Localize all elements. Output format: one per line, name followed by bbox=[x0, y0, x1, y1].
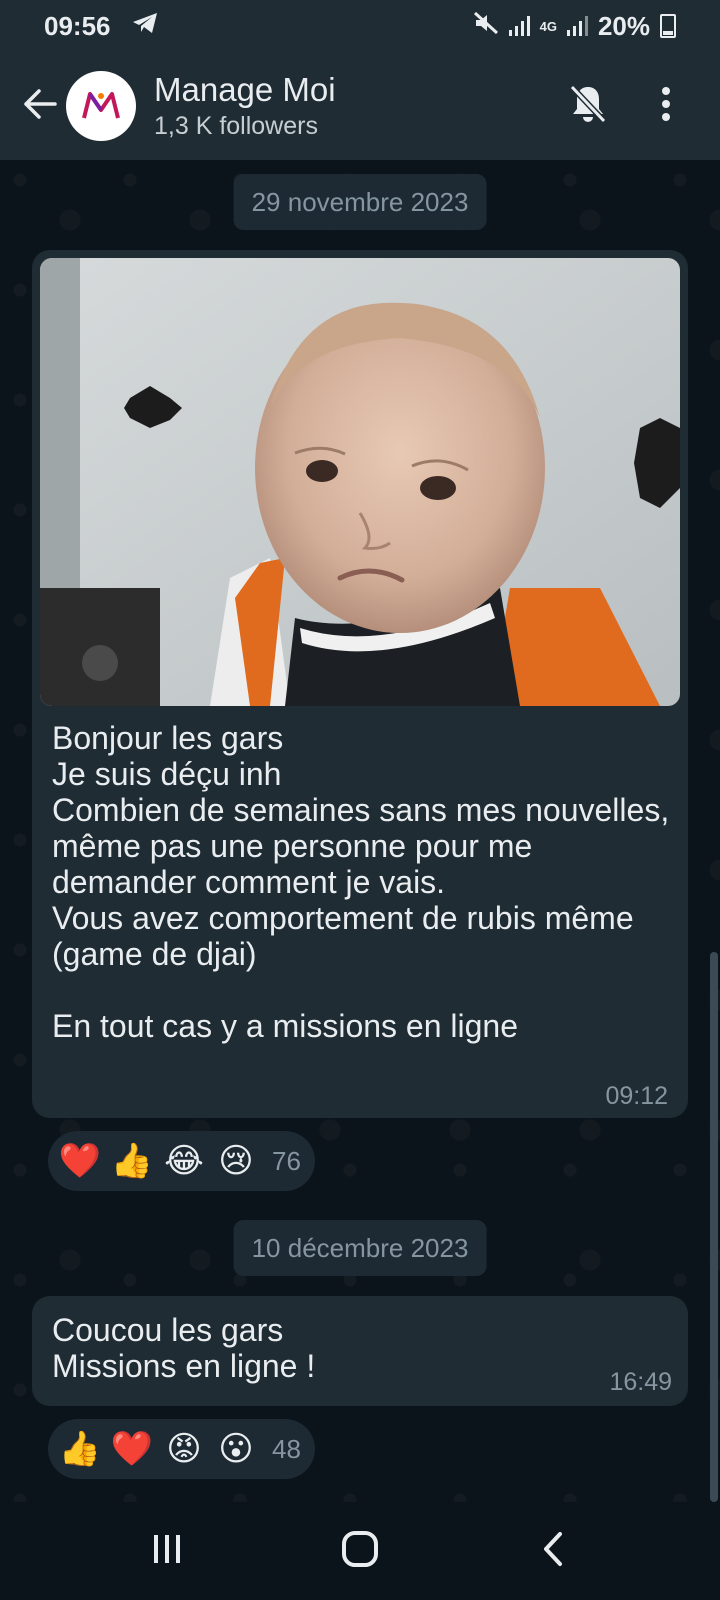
message-text: Coucou les gars Missions en ligne ! bbox=[52, 1312, 316, 1384]
scrollbar[interactable] bbox=[710, 952, 718, 1502]
reaction-thumbs-up[interactable]: 👍 bbox=[110, 1139, 154, 1183]
home-icon bbox=[341, 1530, 379, 1573]
bell-off-icon bbox=[568, 83, 608, 130]
network-type: 4G bbox=[539, 18, 557, 34]
follower-count: 1,3 K followers bbox=[154, 112, 318, 140]
more-vertical-icon bbox=[661, 86, 671, 127]
message-bubble[interactable]: Coucou les gars Missions en ligne ! 16:4… bbox=[32, 1296, 688, 1406]
date-separator: 10 décembre 2023 bbox=[233, 1220, 487, 1276]
reaction-count: 48 bbox=[272, 1433, 301, 1464]
reaction-angry[interactable]: 😡 bbox=[162, 1427, 206, 1471]
signal-icon bbox=[508, 16, 530, 36]
channel-avatar[interactable] bbox=[66, 71, 136, 141]
channel-title-block[interactable]: Manage Moi 1,3 K followers bbox=[154, 70, 336, 142]
recents-icon bbox=[150, 1532, 184, 1571]
telegram-icon bbox=[131, 11, 159, 42]
reactions-bar[interactable]: 👍 ❤️ 😡 😮 48 bbox=[48, 1419, 315, 1479]
signal-icon-2 bbox=[566, 16, 588, 36]
battery-icon bbox=[660, 14, 676, 38]
battery-level: 20% bbox=[597, 10, 650, 41]
home-button[interactable] bbox=[320, 1511, 400, 1591]
more-options-button[interactable] bbox=[646, 76, 686, 136]
channel-header: Manage Moi 1,3 K followers bbox=[0, 52, 720, 160]
channel-name: Manage Moi bbox=[154, 71, 336, 108]
reaction-surprised[interactable]: 😮 bbox=[214, 1427, 258, 1471]
message-text: Bonjour les gars Je suis déçu inh Combie… bbox=[52, 720, 670, 1044]
recent-apps-button[interactable] bbox=[127, 1511, 207, 1591]
reaction-laughing[interactable]: 😂 bbox=[162, 1139, 206, 1183]
message-time: 16:49 bbox=[609, 1368, 672, 1396]
mute-status-icon bbox=[473, 11, 499, 42]
status-time: 09:56 bbox=[44, 10, 111, 41]
back-button[interactable] bbox=[10, 76, 70, 136]
reaction-thumbs-up[interactable]: 👍 bbox=[58, 1427, 102, 1471]
system-back-button[interactable] bbox=[513, 1511, 593, 1591]
reaction-count: 76 bbox=[272, 1145, 301, 1176]
arrow-left-icon bbox=[22, 88, 58, 125]
channel-logo bbox=[82, 92, 120, 119]
message-time: 09:12 bbox=[605, 1082, 668, 1110]
reactions-bar[interactable]: ❤️ 👍 😂 😢 76 bbox=[48, 1131, 315, 1191]
system-nav-bar bbox=[0, 1502, 720, 1600]
message-bubble[interactable]: Bonjour les gars Je suis déçu inh Combie… bbox=[32, 250, 688, 1118]
baby-photo-illustration bbox=[40, 258, 680, 706]
chevron-left-icon bbox=[541, 1531, 565, 1572]
reaction-heart[interactable]: ❤️ bbox=[58, 1139, 102, 1183]
date-separator: 29 novembre 2023 bbox=[233, 174, 487, 230]
message-photo[interactable] bbox=[40, 258, 680, 706]
reaction-heart[interactable]: ❤️ bbox=[110, 1427, 154, 1471]
reaction-crying[interactable]: 😢 bbox=[214, 1139, 258, 1183]
chat-area[interactable]: 29 novembre 2023 Bonjour les gars Je sui… bbox=[0, 160, 720, 1502]
mute-button[interactable] bbox=[558, 76, 618, 136]
status-bar: 09:56 4G 20% bbox=[0, 0, 720, 52]
